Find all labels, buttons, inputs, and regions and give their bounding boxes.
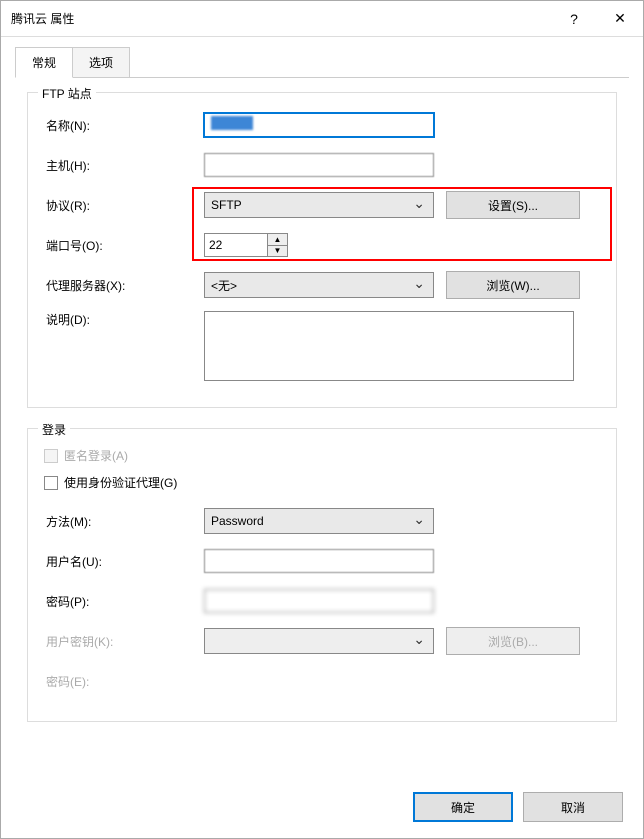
settings-button[interactable]: 设置(S)... [446,191,580,219]
tab-strip: 常规 选项 [1,37,643,78]
password-label: 密码(P): [44,593,204,610]
anonymous-checkbox [44,449,58,463]
user-key-select [204,628,434,654]
dialog-footer: 确定 取消 [1,782,643,838]
user-key-label: 用户密钥(K): [44,633,204,650]
browse-proxy-button[interactable]: 浏览(W)... [446,271,580,299]
tab-options[interactable]: 选项 [72,47,130,78]
ok-button[interactable]: 确定 [413,792,513,822]
method-select[interactable]: Password [204,508,434,534]
ftp-site-group: FTP 站点 名称(N): my 主机(H): 协议(R): SFTP 设置(S… [27,92,617,408]
browse-key-button: 浏览(B)... [446,627,580,655]
host-label: 主机(H): [44,157,204,174]
port-spinner[interactable]: ▲ ▼ [204,233,288,257]
close-button[interactable]: ✕ [597,1,643,37]
username-label: 用户名(U): [44,553,204,570]
help-button[interactable]: ? [551,1,597,37]
properties-dialog: 腾讯云 属性 ? ✕ 常规 选项 FTP 站点 名称(N): my 主机(H): [0,0,644,839]
auth-agent-label: 使用身份验证代理(G) [64,474,177,491]
username-input[interactable] [204,549,434,573]
port-spin-down[interactable]: ▼ [268,246,287,257]
port-input[interactable] [205,234,267,256]
port-label: 端口号(O): [44,237,204,254]
proxy-select[interactable]: <无> [204,272,434,298]
password-input[interactable] [204,589,434,613]
ftp-site-legend: FTP 站点 [38,85,96,102]
port-spin-buttons: ▲ ▼ [267,234,287,256]
login-group: 登录 匿名登录(A) 使用身份验证代理(G) 方法(M): Password 用… [27,428,617,722]
content-area: FTP 站点 名称(N): my 主机(H): 协议(R): SFTP 设置(S… [1,78,643,782]
auth-agent-checkbox[interactable] [44,476,58,490]
tab-general[interactable]: 常规 [15,47,73,78]
password2-label: 密码(E): [44,673,204,690]
titlebar: 腾讯云 属性 ? ✕ [1,1,643,37]
anonymous-label: 匿名登录(A) [64,447,128,464]
cancel-button[interactable]: 取消 [523,792,623,822]
name-input[interactable]: my [204,113,434,137]
host-input[interactable] [204,153,434,177]
name-label: 名称(N): [44,117,204,134]
login-legend: 登录 [38,421,70,438]
window-title: 腾讯云 属性 [11,10,551,27]
method-label: 方法(M): [44,513,204,530]
proxy-label: 代理服务器(X): [44,277,204,294]
protocol-select[interactable]: SFTP [204,192,434,218]
protocol-label: 协议(R): [44,197,204,214]
description-textarea[interactable] [204,311,574,381]
port-spin-up[interactable]: ▲ [268,234,287,246]
description-label: 说明(D): [44,311,204,328]
